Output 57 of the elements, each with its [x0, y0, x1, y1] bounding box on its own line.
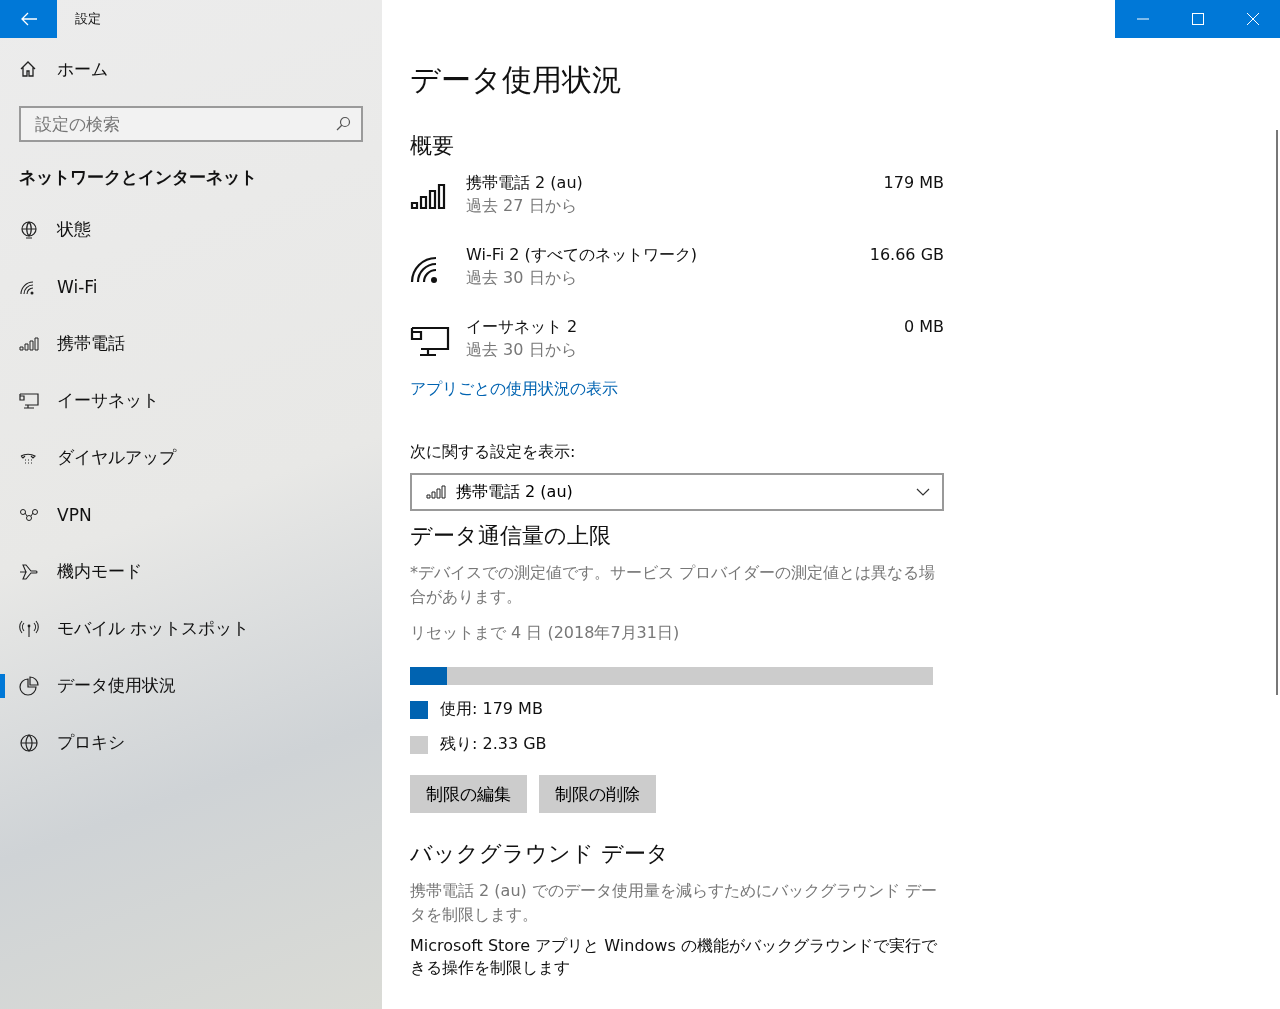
body-text: Microsoft Store アプリと Windows の機能がバックグラウンドで実行できる操作を制限します	[410, 935, 938, 979]
home-icon	[19, 60, 37, 78]
globe-monitor-icon	[19, 219, 39, 240]
signal-bars-icon	[19, 336, 39, 351]
maximize-icon	[1191, 13, 1204, 25]
legend-label: 使用: 179 MB	[440, 699, 543, 720]
sidebar-nav-item[interactable]: プロキシ	[0, 714, 382, 771]
connection-dropdown[interactable]: 携帯電話 2 (au)	[410, 473, 944, 511]
sidebar-nav-item[interactable]: イーサネット	[0, 372, 382, 429]
section-title: バックグラウンド データ	[410, 840, 670, 868]
pie-chart-icon	[19, 675, 39, 696]
usage-period: 過去 30 日から	[466, 267, 578, 289]
back-arrow-icon	[20, 12, 37, 26]
usage-period: 過去 27 日から	[466, 195, 578, 217]
signal-bars-icon	[426, 485, 446, 499]
sidebar-nav-item[interactable]: 状態	[0, 201, 382, 258]
airplane-icon	[19, 561, 39, 582]
dropdown-label: 次に関する設定を表示:	[410, 442, 577, 463]
usage-period: 過去 30 日から	[466, 339, 578, 361]
section-heading: ネットワークとインターネット	[19, 166, 258, 189]
per-app-usage-link[interactable]: アプリごとの使用状況の表示	[410, 379, 618, 400]
limit-button[interactable]: 制限の削除	[539, 775, 656, 813]
scrollbar[interactable]	[1276, 130, 1278, 695]
connection-name: 携帯電話 2 (au)	[466, 172, 584, 194]
close-icon	[1246, 13, 1259, 25]
connection-name: イーサネット 2	[466, 316, 579, 338]
sidebar-nav-item[interactable]: データ使用状況	[0, 657, 382, 714]
usage-amount: 0 MB	[903, 316, 944, 338]
note-text: *デバイスでの測定値です。サービス プロバイダーの測定値とは異なる場合があります。	[410, 562, 937, 608]
limit-button[interactable]: 制限の編集	[410, 775, 527, 813]
usage-amount: 16.66 GB	[869, 244, 944, 266]
antenna-icon	[19, 619, 39, 638]
sidebar-nav-item[interactable]: VPN	[0, 486, 382, 543]
legend-label: 残り: 2.33 GB	[440, 734, 547, 755]
signal-bars-icon	[410, 183, 448, 211]
window-title: 設定	[75, 10, 101, 28]
monitor-icon	[410, 325, 450, 357]
sidebar-nav-item[interactable]: 携帯電話	[0, 315, 382, 372]
home-nav-item[interactable]: ホーム	[0, 40, 382, 98]
search-field[interactable]: 設定の検索	[19, 106, 363, 142]
sidebar-nav-item[interactable]: ダイヤルアップ	[0, 429, 382, 486]
connection-name: Wi-Fi 2 (すべてのネットワーク)	[466, 244, 698, 266]
chevron-down-icon	[916, 488, 930, 496]
reset-date-text: リセットまで 4 日 (2018年7月31日)	[410, 622, 681, 644]
vpn-icon	[19, 507, 39, 522]
globe-icon	[19, 732, 39, 753]
sidebar-nav-item[interactable]: モバイル ホットスポット	[0, 600, 382, 657]
section-title: 概要	[410, 132, 455, 160]
page-title: データ使用状況	[410, 61, 623, 99]
sidebar-nav-item[interactable]: 機内モード	[0, 543, 382, 600]
section-title: データ通信量の上限	[410, 522, 612, 550]
usage-amount: 179 MB	[883, 172, 944, 194]
back-button[interactable]	[0, 0, 57, 38]
search-icon	[335, 116, 351, 132]
monitor-icon	[19, 391, 39, 410]
description-text: 携帯電話 2 (au) でのデータ使用量を減らすためにバックグラウンド データを制限します。	[410, 880, 938, 926]
sidebar-nav-item[interactable]: Wi-Fi	[0, 258, 382, 315]
